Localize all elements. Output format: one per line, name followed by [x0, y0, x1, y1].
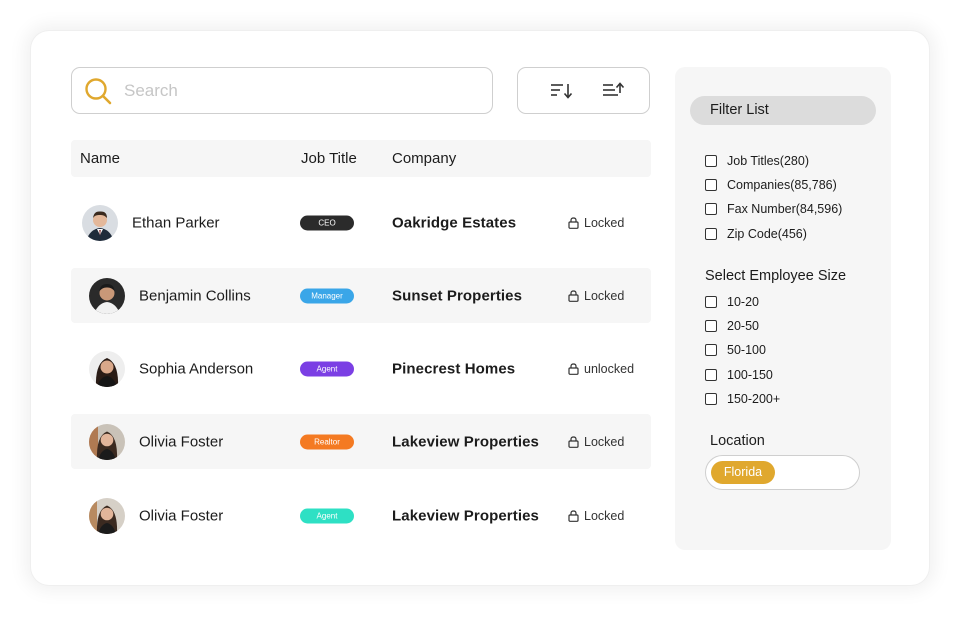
avatar [89, 350, 125, 387]
status-text: Locked [584, 215, 625, 230]
man-avatar-icon [89, 277, 125, 314]
search-icon [85, 77, 112, 104]
status-locked[interactable]: Locked [568, 216, 624, 230]
checkbox[interactable] [705, 179, 717, 191]
status-text: Locked [584, 508, 625, 523]
filter-companies[interactable]: Companies(85,786) [705, 178, 837, 192]
status-locked[interactable]: Locked [568, 289, 624, 303]
checkbox-label: 100-150 [727, 368, 773, 382]
checkbox[interactable] [705, 296, 717, 308]
woman-avatar-icon [89, 423, 125, 460]
checkbox-label: Fax Number(84,596) [727, 202, 843, 216]
checkbox[interactable] [705, 344, 717, 356]
checkbox-label: 20-50 [727, 319, 759, 333]
status-text: unlocked [584, 361, 635, 376]
lock-icon [568, 289, 579, 302]
table-row[interactable]: Benjamin Collins Manager Sunset Properti… [71, 268, 651, 323]
filter-list-title[interactable]: Filter List [690, 96, 876, 125]
location-title: Location [710, 433, 765, 449]
size-option[interactable]: 150-200+ [705, 392, 780, 406]
checkbox[interactable] [705, 369, 717, 381]
search-bar[interactable] [71, 67, 493, 114]
checkbox[interactable] [705, 228, 717, 240]
lock-icon [568, 509, 579, 522]
status-locked[interactable]: Locked [568, 509, 624, 523]
size-option[interactable]: 50-100 [705, 343, 766, 357]
filter-zip-code[interactable]: Zip Code(456) [705, 227, 807, 241]
location-chip[interactable]: Florida [711, 461, 775, 484]
filter-fax-number[interactable]: Fax Number(84,596) [705, 202, 842, 216]
woman-avatar-icon [89, 350, 125, 387]
row-name: Olivia Foster [139, 507, 224, 524]
checkbox-label: 50-100 [727, 343, 766, 357]
avatar [82, 204, 118, 241]
table-header: Name Job Title Company [71, 140, 651, 177]
lock-icon [568, 435, 579, 448]
row-company: Lakeview Properties [392, 433, 539, 450]
checkbox-label: 10-20 [727, 295, 759, 309]
lock-icon [568, 216, 579, 229]
table-row[interactable]: Olivia Foster Agent Lakeview Properties … [71, 488, 651, 543]
row-company: Pinecrest Homes [392, 360, 516, 377]
row-name: Olivia Foster [139, 433, 224, 450]
checkbox-label: Job Titles(280) [727, 154, 809, 168]
job-title-badge: Manager [300, 288, 354, 303]
checkbox-label: Companies(85,786) [727, 178, 837, 192]
header-name[interactable]: Name [80, 150, 120, 167]
sort-controls [517, 67, 650, 114]
header-company[interactable]: Company [392, 150, 456, 167]
job-title-badge: Agent [300, 508, 354, 523]
status-text: Locked [584, 288, 625, 303]
sort-ascending-icon[interactable] [601, 81, 625, 101]
table-row[interactable]: Olivia Foster Realtor Lakeview Propertie… [71, 414, 651, 469]
table-row[interactable]: Ethan Parker CEO Oakridge Estates Locked [71, 195, 651, 250]
search-input[interactable] [122, 79, 466, 102]
size-option[interactable]: 20-50 [705, 319, 759, 333]
size-option[interactable]: 10-20 [705, 295, 759, 309]
status-unlocked[interactable]: unlocked [568, 362, 634, 376]
status-locked[interactable]: Locked [568, 435, 624, 449]
row-company: Sunset Properties [392, 287, 523, 304]
status-text: Locked [584, 434, 625, 449]
checkbox[interactable] [705, 320, 717, 332]
header-job-title[interactable]: Job Title [301, 150, 357, 167]
table-row[interactable]: Sophia Anderson Agent Pinecrest Homes un… [71, 341, 651, 396]
avatar [89, 497, 125, 534]
job-title-badge: Realtor [300, 434, 354, 449]
size-option[interactable]: 100-150 [705, 368, 773, 382]
row-name: Ethan Parker [132, 214, 220, 231]
filter-job-titles[interactable]: Job Titles(280) [705, 154, 809, 168]
location-input[interactable]: Florida [705, 455, 860, 490]
checkbox-label: Zip Code(456) [727, 227, 807, 241]
row-company: Oakridge Estates [392, 214, 517, 231]
job-title-badge: Agent [300, 361, 354, 376]
checkbox-label: 150-200+ [727, 392, 781, 406]
avatar [89, 277, 125, 314]
row-company: Lakeview Properties [392, 507, 539, 524]
checkbox[interactable] [705, 393, 717, 405]
sort-descending-icon[interactable] [549, 81, 573, 101]
row-name: Sophia Anderson [139, 360, 254, 377]
man-suit-avatar-icon [82, 204, 118, 241]
row-name: Benjamin Collins [139, 287, 251, 304]
filter-panel: Filter List Job Titles(280) Companies(85… [675, 67, 891, 550]
employee-size-title: Select Employee Size [705, 268, 847, 284]
avatar [89, 423, 125, 460]
job-title-badge: CEO [300, 215, 354, 230]
checkbox[interactable] [705, 203, 717, 215]
checkbox[interactable] [705, 155, 717, 167]
woman-avatar-icon [89, 497, 125, 534]
lock-icon [568, 362, 579, 375]
